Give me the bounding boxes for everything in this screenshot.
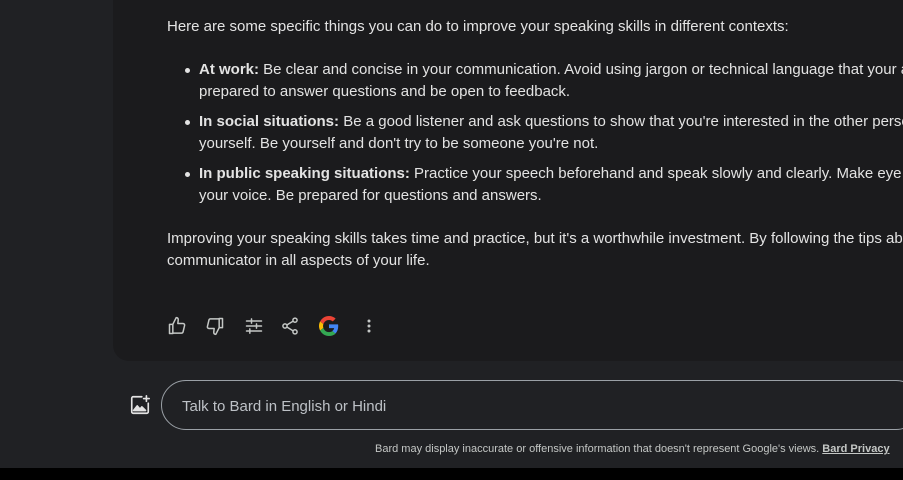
thumbs-down-icon[interactable] [204, 315, 226, 337]
bottom-bar [0, 468, 903, 480]
bullet-text-cont: your voice. Be prepared for questions an… [199, 187, 542, 204]
outro-line-2: communicator in all aspects of your life… [167, 252, 430, 269]
response-bullet-list: At work: Be clear and concise in your co… [167, 59, 903, 215]
privacy-link[interactable]: Bard Privacy [822, 443, 889, 455]
prompt-input-container[interactable] [161, 380, 903, 430]
bullet-label: At work: [199, 61, 259, 78]
bullet-social: In social situations: Be a good listener… [167, 111, 903, 155]
bullet-public-speaking: In public speaking situations: Practice … [167, 163, 903, 207]
disclaimer-text: Bard may display inaccurate or offensive… [375, 443, 820, 455]
google-search-icon[interactable] [318, 315, 340, 337]
response-outro: Improving your speaking skills takes tim… [167, 228, 903, 272]
outro-line-1: Improving your speaking skills takes tim… [167, 230, 903, 247]
bullet-label: In public speaking situations: [199, 165, 410, 182]
share-icon[interactable] [279, 315, 301, 337]
prompt-input[interactable] [180, 393, 884, 419]
more-options-icon[interactable] [358, 315, 380, 337]
modify-response-icon[interactable] [243, 315, 265, 337]
bullet-at-work: At work: Be clear and concise in your co… [167, 59, 903, 103]
add-image-icon[interactable] [129, 394, 151, 416]
footer-disclaimer: Bard may display inaccurate or offensive… [375, 441, 890, 457]
bullet-text-cont: yourself. Be yourself and don't try to b… [199, 135, 599, 152]
response-intro: Here are some specific things you can do… [167, 18, 789, 35]
bullet-text: Practice your speech beforehand and spea… [409, 165, 903, 182]
bullet-label: In social situations: [199, 113, 340, 130]
composer [0, 368, 903, 448]
bullet-text: Be a good listener and ask questions to … [339, 113, 903, 130]
thumbs-up-icon[interactable] [166, 315, 188, 337]
bullet-text-cont: prepared to answer questions and be open… [199, 83, 571, 100]
bullet-text: Be clear and concise in your communicati… [259, 61, 903, 78]
